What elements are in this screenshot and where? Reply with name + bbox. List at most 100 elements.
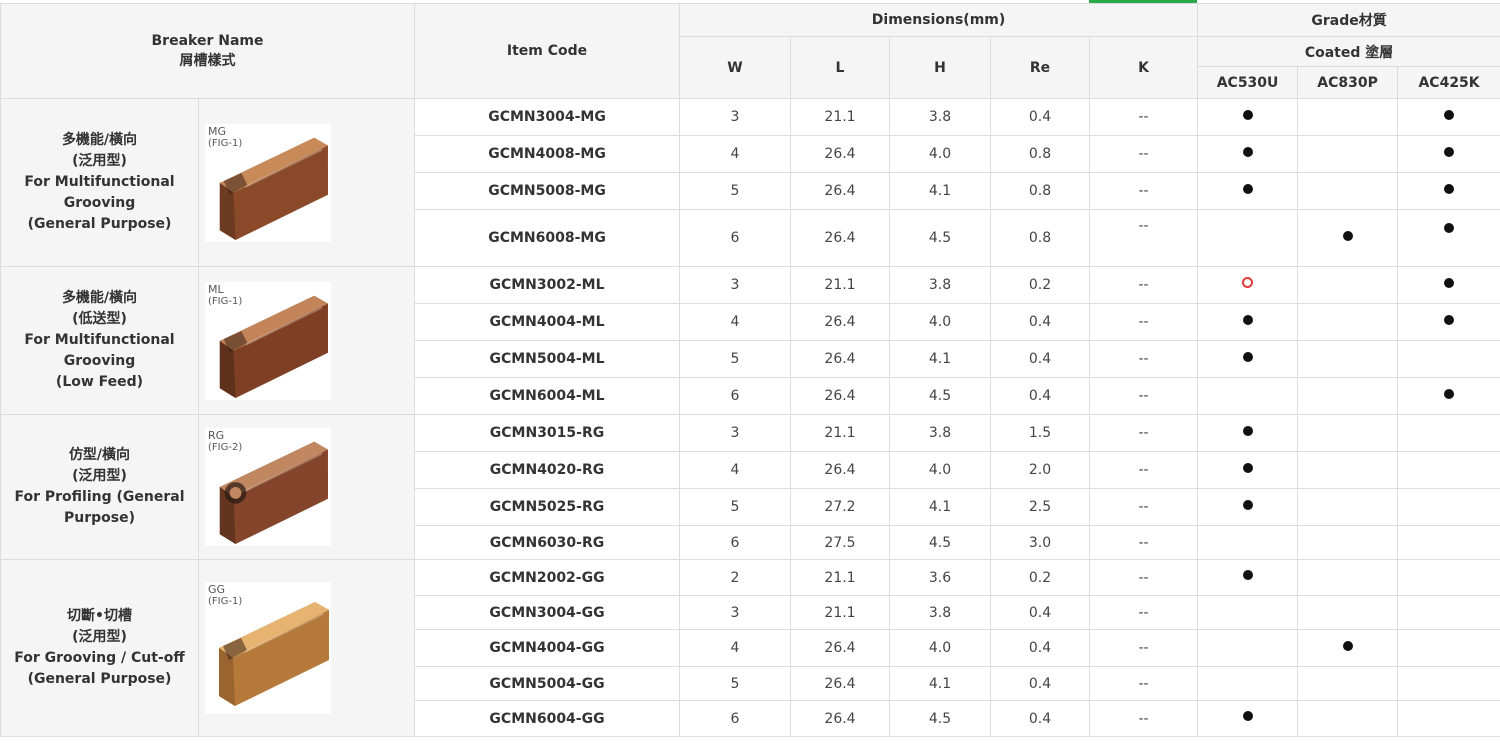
item-code: GCMN5004-GG xyxy=(414,666,681,701)
dimension-l: 26.4 xyxy=(790,135,891,173)
filled-dot-icon xyxy=(1242,570,1253,580)
dimension-l: 26.4 xyxy=(790,303,891,341)
dimension-k: -- xyxy=(1089,525,1199,560)
breaker-name-line: (General Purpose) xyxy=(27,216,172,232)
dim-header-l: L xyxy=(790,36,891,99)
grade-availability-ac830p xyxy=(1297,414,1399,452)
insert-mg-image: MG (FIG-1) xyxy=(205,123,331,242)
dimension-re: 0.8 xyxy=(990,209,1091,267)
dimension-w: 3 xyxy=(679,414,792,452)
dimension-w: 5 xyxy=(679,488,792,526)
item-code: GCMN6004-GG xyxy=(414,700,681,737)
breaker-name-line: (低送型) xyxy=(72,311,127,327)
dimension-h: 3.8 xyxy=(889,266,992,304)
insert-gg-image: GG (FIG-1) xyxy=(205,582,331,714)
grade-availability-ac425k xyxy=(1397,135,1500,173)
item-code: GCMN6004-ML xyxy=(414,377,681,415)
filled-dot-icon xyxy=(1444,223,1455,233)
grade-availability-ac530u xyxy=(1197,172,1299,210)
grade-availability-ac425k xyxy=(1397,209,1500,267)
figure-code: ML xyxy=(208,282,224,296)
grade-availability-ac830p xyxy=(1297,209,1399,267)
grade-availability-ac425k xyxy=(1397,377,1500,415)
filled-dot-icon xyxy=(1242,499,1253,510)
item-code: GCMN2002-GG xyxy=(414,559,681,596)
figure-label: RG (FIG-2) xyxy=(208,430,242,454)
grade-availability-ac830p xyxy=(1297,98,1399,136)
dimension-k: -- xyxy=(1089,629,1199,667)
dimension-h: 4.1 xyxy=(889,488,992,526)
dimension-re: 0.2 xyxy=(990,559,1091,596)
breaker-name-cell: 多機能/橫向 (泛用型) For Multifunctional Grooving (G… xyxy=(0,98,199,267)
dimension-k: -- xyxy=(1089,135,1199,173)
grade-availability-ac830p xyxy=(1297,525,1399,560)
grade-availability-ac530u xyxy=(1197,135,1299,173)
grade-availability-ac830p xyxy=(1297,135,1399,173)
breaker-name-line: For Multifunctional xyxy=(24,332,175,348)
dim-header-h: H xyxy=(889,36,992,99)
dimension-h: 4.5 xyxy=(889,377,992,415)
filled-dot-icon xyxy=(1342,230,1353,241)
grade-availability-ac830p xyxy=(1297,377,1399,415)
table-row: 仿型/橫向 (泛用型) For Profiling (General Purpose)… xyxy=(0,414,1500,560)
insert-spec-table: Breaker Name 屑槽樣式 Item Code Dimensions(m… xyxy=(0,3,1500,737)
filled-dot-icon xyxy=(1444,277,1455,288)
breaker-name-line: Purpose) xyxy=(64,510,135,526)
item-code: GCMN5008-MG xyxy=(414,172,681,210)
dimension-l: 26.4 xyxy=(790,340,891,378)
dimension-k: -- xyxy=(1089,559,1199,596)
breaker-name-line: For Profiling (General xyxy=(14,489,185,505)
dimension-k: -- xyxy=(1089,266,1199,304)
breaker-image-cell: ML (FIG-1) xyxy=(197,266,416,415)
dimension-re: 0.4 xyxy=(990,595,1091,630)
filled-dot-icon xyxy=(1242,146,1253,157)
filled-dot-icon xyxy=(1444,183,1455,194)
breaker-name-line: Grooving xyxy=(63,353,136,369)
grade-header-ac530u: AC530U xyxy=(1197,66,1299,99)
dimension-l: 26.4 xyxy=(790,451,891,489)
figure-number: (FIG-1) xyxy=(208,295,243,307)
dimension-w: 3 xyxy=(679,595,792,630)
dimension-w: 4 xyxy=(679,629,792,667)
grade-availability-ac425k xyxy=(1397,629,1500,667)
dimension-k: -- xyxy=(1089,303,1199,341)
dimension-h: 4.0 xyxy=(889,451,992,489)
grade-availability-ac530u xyxy=(1197,559,1299,596)
grade-availability-ac425k xyxy=(1397,303,1500,341)
figure-label: ML (FIG-1) xyxy=(208,282,243,308)
grade-availability-ac830p xyxy=(1297,700,1399,737)
dimension-w: 3 xyxy=(679,266,792,304)
dimension-k: -- xyxy=(1089,700,1199,737)
table-row: 多機能/橫向 (泛用型) For Multifunctional Grooving (G… xyxy=(0,98,1500,267)
item-code: GCMN5004-ML xyxy=(414,340,681,378)
item-code: GCMN4008-MG xyxy=(414,135,681,173)
dimension-w: 2 xyxy=(679,559,792,596)
dimension-w: 4 xyxy=(679,451,792,489)
breaker-name-en: Breaker Name xyxy=(151,33,264,49)
dimension-l: 26.4 xyxy=(790,629,891,667)
item-code: GCMN5025-RG xyxy=(414,488,681,526)
dimension-re: 0.8 xyxy=(990,172,1091,210)
grade-availability-ac530u xyxy=(1197,303,1299,341)
dimension-re: 0.4 xyxy=(990,303,1091,341)
grade-header-ac830p: AC830P xyxy=(1297,66,1399,99)
grade-availability-ac530u xyxy=(1197,414,1299,452)
dimension-re: 2.0 xyxy=(990,451,1091,489)
dimension-k: -- xyxy=(1089,172,1199,210)
grade-availability-ac830p xyxy=(1297,303,1399,341)
dimension-re: 0.4 xyxy=(990,340,1091,378)
dimension-h: 4.5 xyxy=(889,700,992,737)
grade-availability-ac830p xyxy=(1297,266,1399,304)
grade-availability-ac530u xyxy=(1197,595,1299,630)
item-code: GCMN3004-GG xyxy=(414,595,681,630)
grade-availability-ac425k xyxy=(1397,414,1500,452)
filled-dot-icon xyxy=(1444,146,1455,157)
filled-dot-icon xyxy=(1242,462,1253,473)
dimension-h: 3.6 xyxy=(889,559,992,596)
grade-availability-ac830p xyxy=(1297,488,1399,526)
breaker-name-line: (泛用型) xyxy=(72,468,127,484)
dimension-h: 3.8 xyxy=(889,98,992,136)
dimensions-header: Dimensions(mm) xyxy=(679,3,1199,37)
breaker-name-line: 仿型/橫向 xyxy=(68,447,131,463)
breaker-name-line: For Grooving / Cut-off xyxy=(14,650,185,666)
